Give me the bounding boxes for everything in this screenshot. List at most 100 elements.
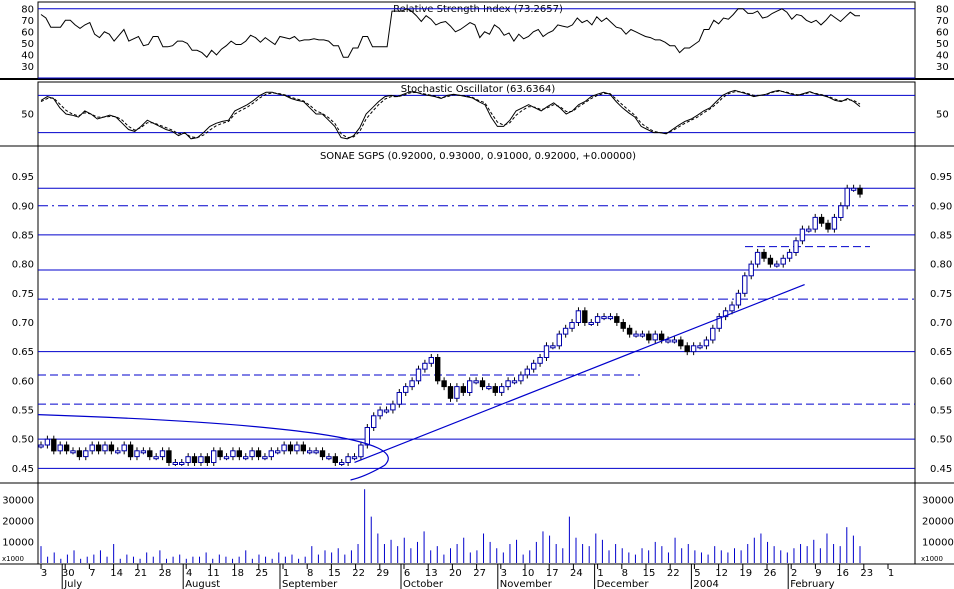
price-candle-body: [262, 456, 268, 460]
price-candle-body: [678, 339, 684, 347]
price-candle-body: [467, 380, 473, 393]
price-candle-body: [172, 462, 179, 465]
price-candle-body: [108, 444, 115, 452]
price-candle-body: [390, 403, 396, 411]
price-candle-body: [607, 316, 614, 320]
price-candle-body: [633, 333, 639, 337]
price-tick-label-left: 0.90: [12, 201, 34, 212]
price-candle-body: [326, 456, 332, 460]
price-candle-body: [588, 322, 594, 325]
price-candle-body: [403, 386, 409, 393]
stochastic-tick-label-left: 50: [21, 110, 34, 121]
price-candle-body: [575, 310, 582, 323]
volume-tick-label-right: 10000: [922, 537, 954, 548]
price-candle-body: [319, 450, 326, 458]
price-candle-body: [243, 456, 249, 460]
price-candle-body: [339, 462, 345, 465]
date-tick-label: 28: [159, 568, 172, 579]
price-candle-body: [844, 187, 850, 207]
price-candle-body: [735, 292, 742, 306]
price-candle-body: [518, 374, 524, 382]
price-candle-body: [473, 380, 479, 384]
date-tick-label: 8: [622, 568, 628, 579]
price-candle-body: [543, 345, 550, 358]
date-tick-label: 3: [41, 568, 47, 579]
month-label: December: [597, 579, 650, 589]
date-tick-label: 11: [207, 568, 220, 579]
price-candle-body: [51, 438, 57, 452]
price-candle-body: [690, 345, 697, 353]
date-tick-label: 22: [352, 568, 365, 579]
price-candle-body: [831, 216, 838, 230]
price-candle-body: [665, 339, 671, 343]
price-candle-body: [371, 415, 377, 428]
price-candle-body: [562, 327, 569, 335]
price-candle-body: [275, 450, 281, 454]
price-tick-label-right: 0.95: [930, 172, 952, 183]
date-tick-label: 4: [186, 568, 192, 579]
price-candle-body: [556, 333, 562, 347]
date-tick-label: 10: [522, 568, 535, 579]
price-candle-body: [211, 450, 217, 463]
price-tick-label-right: 0.65: [930, 347, 952, 358]
price-candle-body: [358, 444, 364, 458]
rsi-tick-label-left: 30: [21, 62, 34, 73]
date-tick-label: 1: [283, 568, 289, 579]
price-tick-label-right: 0.90: [930, 201, 952, 212]
price-tick-label-right: 0.60: [930, 376, 952, 387]
month-label: August: [185, 579, 220, 589]
price-candle-body: [626, 327, 633, 335]
date-tick-label: 30: [62, 568, 75, 579]
price-candle-body: [505, 380, 511, 388]
rsi-title: Relative Strength Index (73.2657): [393, 4, 563, 15]
month-label: November: [500, 579, 553, 589]
date-tick-label: 8: [307, 568, 313, 579]
price-candle-body: [537, 357, 543, 364]
price-tick-label-left: 0.60: [12, 376, 34, 387]
price-tick-label-left: 0.85: [12, 230, 34, 241]
date-tick-label: 20: [449, 568, 462, 579]
price-tick-label-right: 0.75: [930, 289, 952, 300]
volume-tick-label-left: 10000: [2, 537, 34, 548]
date-tick-label: 21: [134, 568, 147, 579]
date-tick-label: 26: [764, 568, 777, 579]
price-candle-body: [850, 187, 857, 191]
price-candle-body: [767, 257, 774, 265]
price-candle-body: [531, 362, 537, 370]
price-tick-label-right: 0.80: [930, 260, 952, 271]
price-candle-body: [550, 345, 556, 349]
price-candle-body: [499, 386, 505, 393]
price-candle-body: [198, 456, 204, 464]
price-candle-body: [582, 310, 588, 323]
price-candle-body: [684, 345, 690, 353]
rsi-tick-label-right: 80: [936, 4, 949, 15]
price-candle-body: [511, 380, 518, 384]
month-label: February: [790, 579, 834, 589]
price-candle-body: [774, 263, 780, 267]
price-candle-body: [115, 450, 121, 454]
price-candle-body: [57, 444, 63, 452]
date-tick-label: 14: [110, 568, 123, 579]
price-candle-body: [217, 450, 223, 458]
price-candle-body: [825, 222, 831, 230]
price-candle-body: [601, 316, 607, 320]
rsi-tick-label-right: 30: [936, 62, 949, 73]
price-tick-label-left: 0.75: [12, 289, 34, 300]
price-candle-body: [249, 450, 255, 458]
price-candle-body: [294, 444, 300, 452]
price-candle-body: [76, 450, 83, 458]
price-candle-body: [191, 456, 198, 464]
price-candle-body: [287, 444, 294, 452]
rsi-tick-label-left: 60: [21, 27, 34, 38]
price-candle-body: [524, 368, 530, 376]
price-candle-body: [345, 456, 351, 464]
rsi-tick-label-right: 40: [936, 50, 949, 61]
price-tick-label-left: 0.50: [12, 435, 34, 446]
price-candle-body: [300, 444, 307, 452]
date-tick-label: 15: [643, 568, 656, 579]
price-candle-body: [748, 263, 754, 277]
rsi-tick-label-right: 70: [936, 16, 949, 27]
date-tick-label: 15: [328, 568, 341, 579]
price-tick-label-right: 0.85: [930, 230, 952, 241]
price-candle-body: [486, 386, 492, 390]
